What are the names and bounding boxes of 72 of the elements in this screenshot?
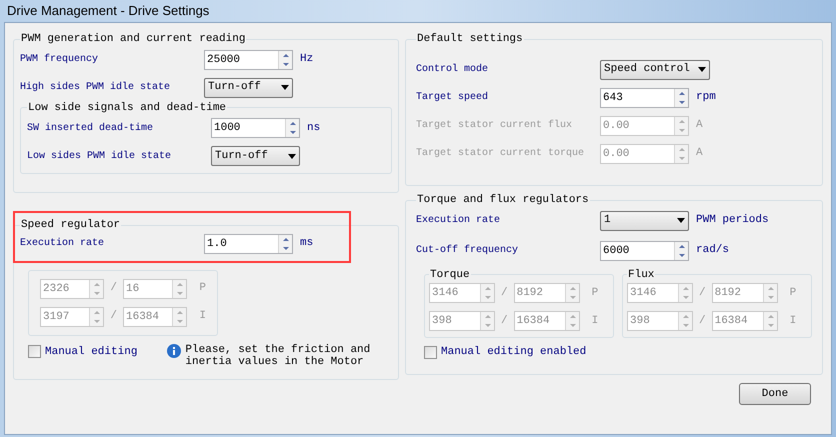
checkbox[interactable]: [28, 345, 41, 358]
unit-label: A: [696, 146, 703, 162]
spin-arrows-icon[interactable]: [278, 50, 292, 68]
divider-slash: /: [501, 286, 508, 301]
field-label: Target stator current torque: [416, 147, 586, 161]
window-title: Drive Management - Drive Settings: [7, 2, 210, 20]
field-label: Target stator current flux: [416, 118, 574, 133]
divider-slash: /: [110, 309, 117, 324]
gain-label: P: [790, 286, 796, 301]
unit-label: Hz: [300, 52, 314, 68]
unit-label: ns: [307, 120, 320, 136]
field-label: Low sides PWM idle state: [27, 150, 172, 164]
spin-arrows-icon[interactable]: [278, 234, 292, 252]
field-label: SW inserted dead-time: [27, 122, 154, 136]
gain-label: I: [592, 314, 598, 329]
spin-arrows-icon[interactable]: [564, 284, 579, 302]
field-label: High sides PWM idle state: [20, 80, 172, 95]
group-title: Torque: [429, 268, 471, 282]
field-label: Cut-off frequency: [416, 244, 520, 258]
gain-label: I: [790, 314, 796, 329]
checkbox[interactable]: [424, 346, 437, 359]
caret-icon: [281, 85, 289, 90]
divider-slash: /: [699, 286, 706, 301]
spin-field[interactable]: 1.0: [204, 234, 293, 254]
field-label: Target speed: [416, 90, 490, 105]
spin-field[interactable]: 643: [600, 88, 689, 108]
unit-label: A: [696, 118, 703, 134]
spin-field[interactable]: 25000: [204, 50, 293, 70]
dropdown[interactable]: 1: [600, 210, 689, 230]
checkbox-label: Manual editing: [45, 344, 138, 360]
group-title: Default settings: [416, 32, 524, 47]
divider-slash: /: [699, 314, 706, 329]
spin-arrows-icon[interactable]: [762, 284, 777, 302]
info-message: Please, set the friction and inertia values in the Motor: [185, 344, 370, 368]
group-title: Torque and flux regulators: [416, 193, 590, 208]
divider-slash: /: [110, 281, 117, 296]
dropdown[interactable]: Speed control: [600, 60, 710, 80]
dropdown[interactable]: Turn-off: [204, 78, 293, 98]
group-title: PWM generation and current reading: [20, 32, 246, 47]
spin-field[interactable]: 6000: [600, 240, 689, 260]
spin-arrows-icon[interactable]: [564, 312, 579, 330]
field-label: Execution rate: [20, 236, 106, 251]
caret-icon: [698, 67, 706, 72]
spin-arrows-icon[interactable]: [285, 119, 299, 137]
field-label: Execution rate: [416, 214, 502, 228]
field-label: PWM frequency: [20, 52, 100, 67]
caret-icon: [288, 154, 296, 158]
spin-field[interactable]: 1000: [211, 118, 300, 138]
gain-label: I: [199, 309, 206, 324]
spin-arrows-icon[interactable]: [172, 280, 186, 298]
field-label: Control mode: [416, 62, 490, 77]
group-title: Flux: [627, 268, 656, 282]
unit-label: PWM periods: [696, 213, 769, 228]
group-title: Low side signals and dead-time: [27, 100, 228, 116]
spin-arrows-icon[interactable]: [674, 144, 688, 162]
spin-arrows-icon[interactable]: [674, 116, 688, 134]
info-icon: [167, 344, 182, 358]
unit-label: rpm: [696, 90, 716, 106]
divider-slash: /: [501, 314, 508, 329]
gain-label: P: [592, 286, 598, 301]
spin-arrows-icon[interactable]: [172, 308, 186, 326]
done-button[interactable]: Done: [739, 383, 811, 405]
spin-arrows-icon[interactable]: [674, 88, 688, 106]
gain-label: P: [199, 281, 206, 296]
unit-label: rad/s: [696, 243, 730, 258]
checkbox-label: Manual editing enabled: [441, 345, 586, 360]
spin-arrows-icon[interactable]: [674, 242, 688, 260]
dropdown[interactable]: Turn-off: [211, 146, 300, 166]
caret-icon: [677, 218, 685, 223]
spin-arrows-icon[interactable]: [762, 312, 777, 330]
group-title: Speed regulator: [20, 218, 122, 233]
unit-label: ms: [300, 236, 314, 252]
